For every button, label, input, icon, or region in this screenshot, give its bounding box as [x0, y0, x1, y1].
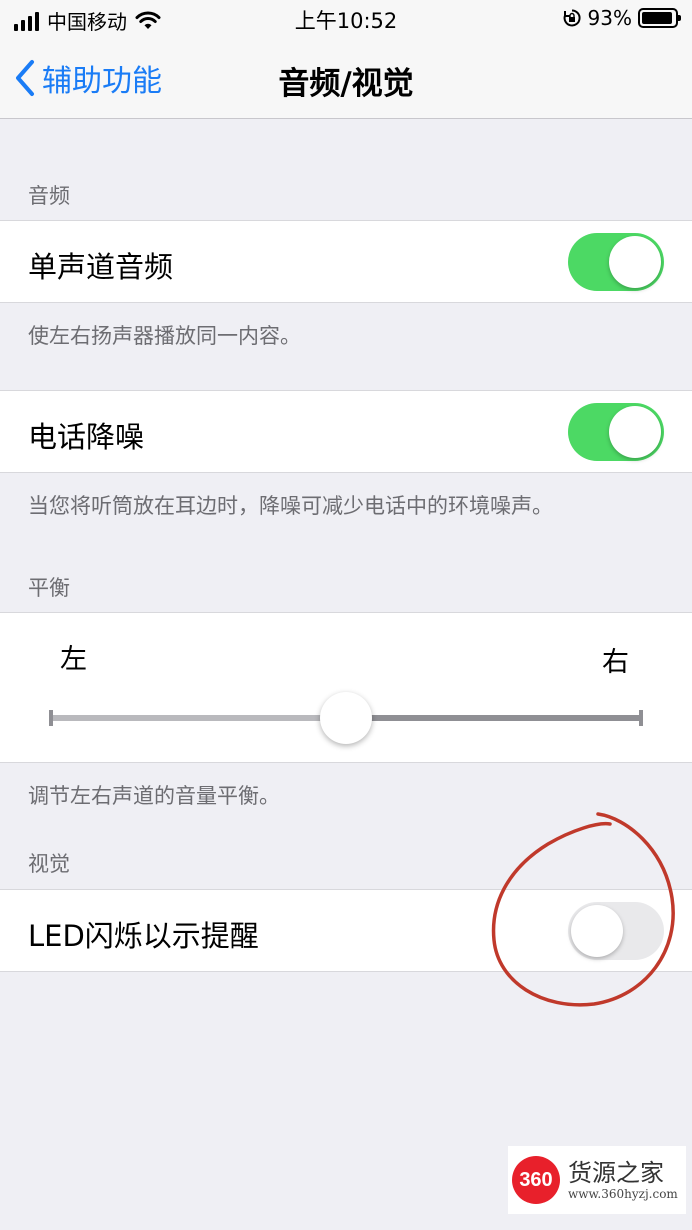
slider-track-right [346, 715, 642, 721]
slider-thumb[interactable] [320, 692, 372, 744]
watermark-title: 货源之家 [568, 1159, 664, 1187]
toggle-knob [609, 406, 661, 458]
section-header-balance: 平衡 [28, 576, 70, 600]
cell-balance: 左 右 [0, 612, 692, 763]
mono-audio-toggle[interactable] [568, 233, 664, 291]
section-header-visual: 视觉 [28, 852, 70, 876]
noise-cancellation-toggle[interactable] [568, 403, 664, 461]
battery-icon [638, 8, 681, 28]
status-bar: 中国移动 上午10:52 93% [0, 0, 692, 38]
cell-noise-cancellation[interactable]: 电话降噪 [0, 390, 692, 473]
led-flash-label: LED闪烁以示提醒 [28, 919, 259, 953]
battery-percent: 93% [587, 6, 632, 30]
mono-audio-footer: 使左右扬声器播放同一内容。 [28, 324, 301, 348]
toggle-knob [609, 236, 661, 288]
balance-right-label: 右 [602, 647, 629, 678]
orientation-lock-icon [563, 9, 581, 27]
watermark: 360 货源之家 www.360hyzj.com [508, 1146, 686, 1214]
balance-left-label: 左 [60, 644, 87, 675]
slider-track-left [50, 715, 346, 721]
balance-slider[interactable] [49, 692, 643, 744]
annotation-circle [491, 812, 675, 1007]
noise-cancellation-footer: 当您将听筒放在耳边时，降噪可减少电话中的环境噪声。 [28, 494, 553, 518]
watermark-url: www.360hyzj.com [568, 1187, 678, 1201]
battery-level-fill [642, 12, 672, 24]
slider-left-endcap [49, 710, 53, 726]
mono-audio-label: 单声道音频 [28, 250, 174, 284]
status-right-group: 93% [562, 6, 681, 30]
watermark-logo: 360 [512, 1156, 560, 1204]
section-header-audio: 音频 [28, 184, 70, 208]
navigation-bar: 辅助功能 音频/视觉 [0, 38, 692, 119]
balance-footer: 调节左右声道的音量平衡。 [28, 784, 280, 808]
noise-cancellation-label: 电话降噪 [28, 420, 145, 454]
slider-right-endcap [639, 710, 643, 726]
watermark-text: 货源之家 www.360hyzj.com [568, 1159, 678, 1201]
cell-mono-audio[interactable]: 单声道音频 [0, 220, 692, 303]
page-title: 音频/视觉 [278, 66, 414, 102]
